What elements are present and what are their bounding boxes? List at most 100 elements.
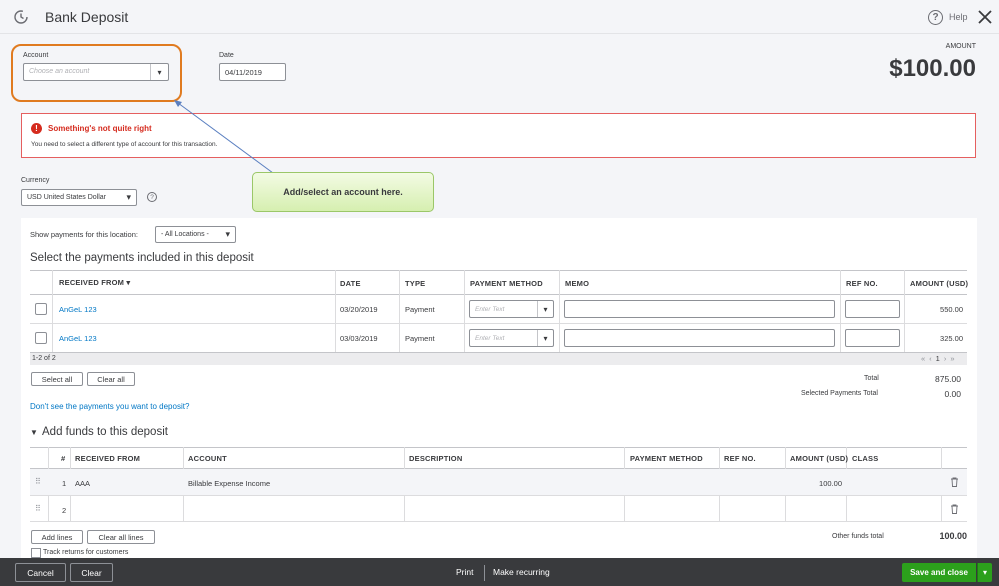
row-num: 2 xyxy=(62,506,67,515)
col-divider xyxy=(559,270,560,352)
col-payment-method: PAYMENT METHOD xyxy=(470,279,543,288)
row-memo[interactable] xyxy=(564,300,835,318)
row-ref-no[interactable] xyxy=(845,300,900,318)
col-divider xyxy=(464,270,465,352)
row-type: Payment xyxy=(405,305,435,314)
trash-icon[interactable] xyxy=(950,504,959,516)
chevron-down-icon: ▾ xyxy=(126,192,131,202)
add-lines-button[interactable]: Add lines xyxy=(31,530,83,544)
last-page-icon[interactable]: » xyxy=(950,354,954,363)
col-divider xyxy=(904,270,905,352)
print-link[interactable]: Print xyxy=(456,567,473,577)
header-divider xyxy=(0,33,999,34)
location-select[interactable]: - All Locations - ▾ xyxy=(155,226,236,243)
funds-title[interactable]: Add funds to this deposit xyxy=(42,426,168,438)
row-memo[interactable] xyxy=(564,329,835,347)
clear-all-lines-button[interactable]: Clear all lines xyxy=(87,530,155,544)
row-amount[interactable]: 100.00 xyxy=(819,479,842,488)
error-icon: ! xyxy=(31,123,42,134)
chevron-down-icon: ▾ xyxy=(537,301,553,317)
other-funds-total-label: Other funds total xyxy=(832,533,884,540)
first-page-icon[interactable]: « xyxy=(921,354,925,363)
callout-box: Add/select an account here. xyxy=(252,172,434,212)
save-options-chevron-icon[interactable]: ▾ xyxy=(977,563,992,582)
col-payment-method: PAYMENT METHOD xyxy=(630,454,703,463)
history-icon[interactable] xyxy=(13,9,29,25)
row-received-from[interactable]: AnGeL 123 xyxy=(59,305,97,314)
make-recurring-link[interactable]: Make recurring xyxy=(493,567,550,577)
chevron-down-icon[interactable]: ▾ xyxy=(150,64,168,80)
date-field[interactable]: 04/11/2019 xyxy=(219,63,286,81)
selected-total-value: 0.00 xyxy=(944,389,961,399)
row-type: Payment xyxy=(405,334,435,343)
col-divider xyxy=(840,270,841,352)
payments-panel xyxy=(21,218,977,558)
drag-handle-icon[interactable]: ⠿ xyxy=(35,477,41,486)
row-received-from[interactable]: AAA xyxy=(75,479,90,488)
row-checkbox[interactable] xyxy=(35,303,47,315)
help-icon[interactable]: ? xyxy=(928,10,943,25)
col-amount: AMOUNT (USD) xyxy=(910,279,969,288)
row-payment-method[interactable]: Enter Text ▾ xyxy=(469,300,554,318)
date-label: Date xyxy=(219,52,234,59)
error-box xyxy=(21,113,976,158)
other-funds-total-value: 100.00 xyxy=(939,531,967,541)
drag-handle-icon[interactable]: ⠿ xyxy=(35,504,41,513)
pager: « ‹ 1 › » xyxy=(921,354,955,363)
select-all-button[interactable]: Select all xyxy=(31,372,83,386)
method-placeholder: Enter Text xyxy=(475,335,505,342)
col-divider xyxy=(52,270,53,352)
row-payment-method[interactable]: Enter Text ▾ xyxy=(469,329,554,347)
table-border xyxy=(30,270,967,271)
row-ref-no[interactable] xyxy=(845,329,900,347)
account-label: Account xyxy=(23,52,49,59)
col-class: CLASS xyxy=(852,454,879,463)
currency-value: USD United States Dollar xyxy=(27,194,106,201)
pager-bar xyxy=(30,352,967,365)
col-description: DESCRIPTION xyxy=(409,454,463,463)
col-ref-no: REF NO. xyxy=(724,454,756,463)
clear-button[interactable]: Clear xyxy=(70,563,113,582)
cancel-button[interactable]: Cancel xyxy=(15,563,66,582)
page-number: 1 xyxy=(935,354,940,363)
currency-select[interactable]: USD United States Dollar ▾ xyxy=(21,189,137,206)
total-label: Total xyxy=(864,375,879,382)
row-date: 03/20/2019 xyxy=(340,305,378,314)
save-and-close-button[interactable]: Save and close xyxy=(902,563,976,582)
sort-down-icon: ▾ xyxy=(124,278,131,287)
row-received-from[interactable]: AnGeL 123 xyxy=(59,334,97,343)
row-divider xyxy=(30,521,967,522)
col-memo: MEMO xyxy=(565,279,590,288)
callout-arrow xyxy=(174,100,274,174)
location-value: - All Locations - xyxy=(161,231,209,238)
prev-page-icon[interactable]: ‹ xyxy=(929,354,932,363)
col-num: # xyxy=(61,454,66,463)
currency-help-icon[interactable]: ? xyxy=(147,192,157,202)
clear-all-button[interactable]: Clear all xyxy=(87,372,135,386)
next-page-icon[interactable]: › xyxy=(944,354,947,363)
chevron-down-icon: ▾ xyxy=(537,330,553,346)
chevron-down-icon: ▾ xyxy=(225,229,230,239)
page-title: Bank Deposit xyxy=(45,9,129,25)
row-checkbox[interactable] xyxy=(35,332,47,344)
row-account[interactable]: Billable Expense Income xyxy=(188,479,270,488)
help-link[interactable]: Help xyxy=(949,12,968,22)
col-received-from[interactable]: RECEIVED FROM ▾ xyxy=(59,278,130,287)
track-returns-label: Track returns for customers xyxy=(43,549,129,556)
close-icon[interactable] xyxy=(977,9,993,25)
amount-value: $100.00 xyxy=(889,55,976,82)
track-returns-checkbox[interactable] xyxy=(31,548,41,558)
table-border xyxy=(30,294,967,295)
account-select[interactable]: Choose an account ▾ xyxy=(23,63,169,81)
trash-icon[interactable] xyxy=(950,477,959,489)
row-divider xyxy=(30,495,967,496)
row-date: 03/03/2019 xyxy=(340,334,378,343)
funds-toggle-icon[interactable]: ▼ xyxy=(30,428,38,437)
row-divider xyxy=(30,323,967,324)
row-num: 1 xyxy=(62,479,67,488)
col-divider xyxy=(335,270,336,352)
missing-payments-link[interactable]: Don't see the payments you want to depos… xyxy=(30,402,189,411)
account-placeholder: Choose an account xyxy=(29,68,90,75)
col-amount: AMOUNT (USD) xyxy=(790,454,849,463)
date-value: 04/11/2019 xyxy=(225,68,262,77)
